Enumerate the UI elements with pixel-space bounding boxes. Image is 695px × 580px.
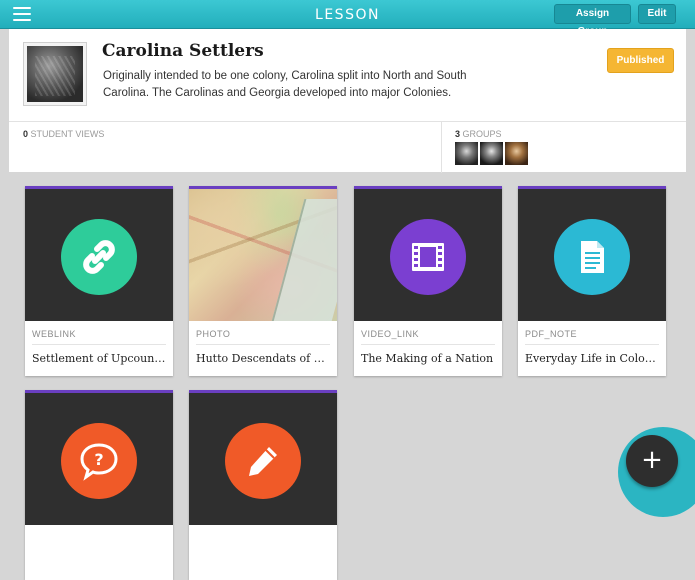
card-type: PHOTO [196,329,231,339]
student-views-stat: 0 STUDENT VIEWS [23,129,104,139]
card-type: VIDEO_LINK [361,329,420,339]
pencil-icon [225,423,301,499]
card-preview [25,186,173,321]
film-icon [390,219,466,295]
card-preview: ? [25,390,173,525]
card-title: Everyday Life in Colon… [525,352,661,365]
card-divider [32,344,166,345]
question-icon: ? [61,423,137,499]
map-image [189,186,337,321]
card-title: Settlement of Upcount… [32,352,168,365]
resource-card-photo[interactable]: PHOTO Hutto Descendats of A… [189,186,337,376]
resource-card-question[interactable]: ? [25,390,173,580]
card-preview [189,390,337,525]
card-preview [354,186,502,321]
resource-grid: WEBLINK Settlement of Upcount… PHOTO Hut… [0,172,695,580]
group-avatar[interactable] [455,142,478,165]
resource-card-note[interactable] [189,390,337,580]
card-divider [525,344,659,345]
lesson-description: Originally intended to be one colony, Ca… [103,70,467,99]
document-icon [554,219,630,295]
groups-count: 3 [455,129,461,139]
groups-label: GROUPS [462,129,502,139]
card-title: Hutto Descendats of A… [196,352,332,365]
top-bar: LESSON Assign Group Edit [0,0,695,37]
card-preview [518,186,666,321]
group-avatar[interactable] [505,142,528,165]
group-avatars [455,142,528,165]
lesson-title: Carolina Settlers [102,41,264,61]
edit-button[interactable]: Edit [638,4,676,24]
resource-card-pdf[interactable]: PDF_NOTE Everyday Life in Colon… [518,186,666,376]
add-button[interactable]: + [626,435,678,487]
assign-group-button[interactable]: Assign Group [554,4,631,37]
lesson-header: Carolina Settlers Originally intended to… [9,29,686,121]
lesson-thumbnail [23,42,87,106]
resource-card-video[interactable]: VIDEO_LINK The Making of a Nation [354,186,502,376]
stats-bar: 0 STUDENT VIEWS 3 GROUPS [9,121,686,173]
stats-divider [441,122,442,173]
group-avatar[interactable] [480,142,503,165]
card-type: WEBLINK [32,329,77,339]
published-button[interactable]: Published [607,48,674,73]
resource-card-weblink[interactable]: WEBLINK Settlement of Upcount… [25,186,173,376]
student-views-count: 0 [23,129,29,139]
card-title: The Making of a Nation [361,352,494,365]
link-icon [61,219,137,295]
svg-text:?: ? [94,450,103,469]
student-views-label: STUDENT VIEWS [30,129,105,139]
groups-stat: 3 GROUPS [455,129,502,139]
card-type: PDF_NOTE [525,329,578,339]
card-divider [361,344,495,345]
card-divider [196,344,330,345]
